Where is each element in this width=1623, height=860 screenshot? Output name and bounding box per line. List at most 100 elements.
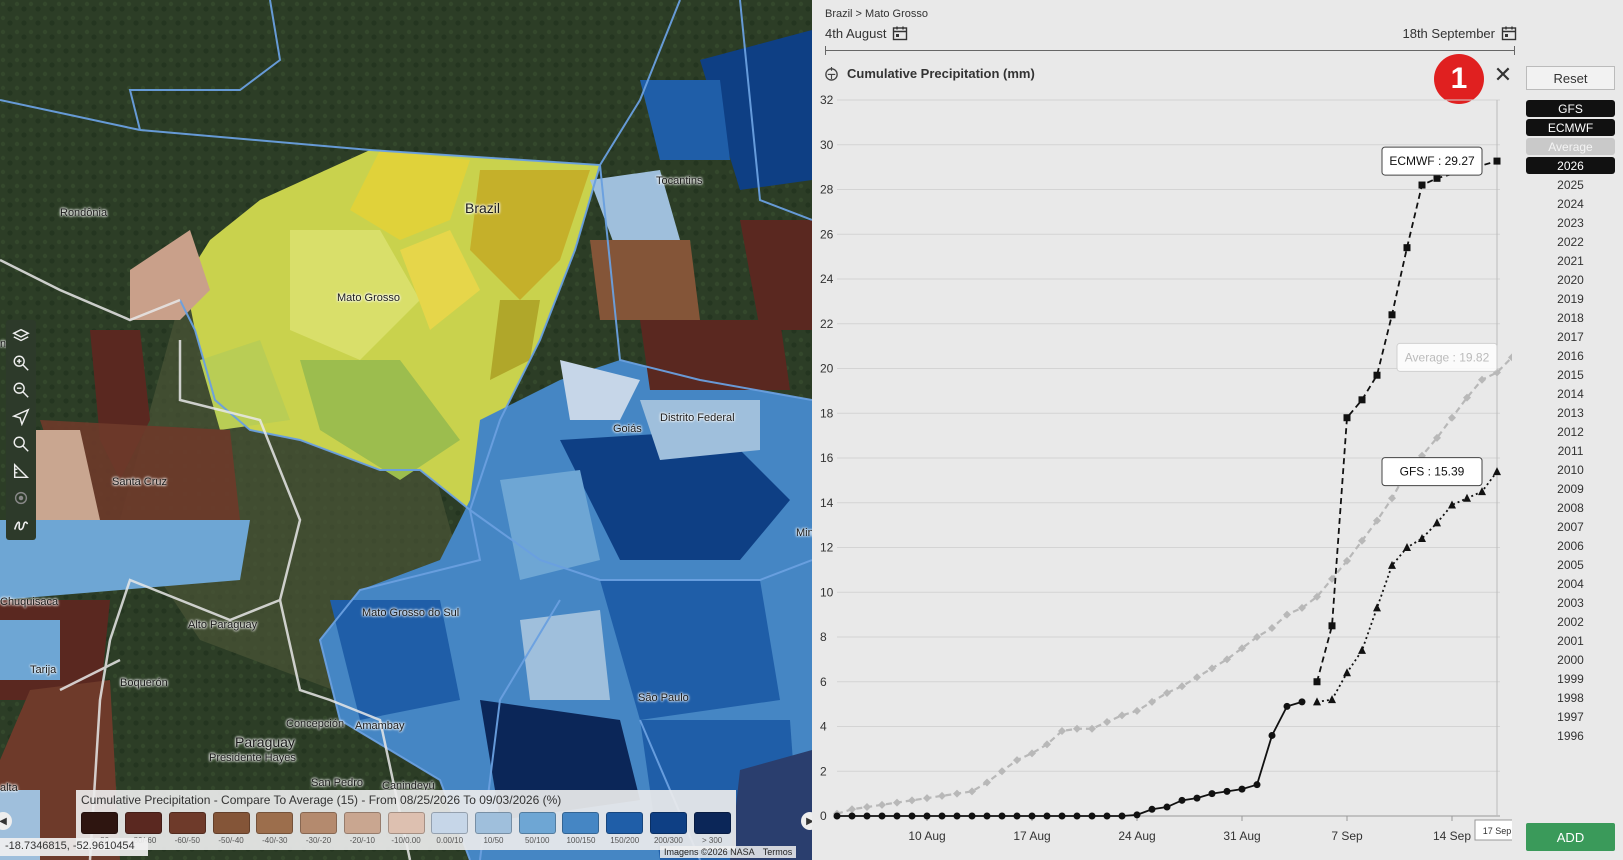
series-toggle-2014[interactable]: 2014 [1526, 385, 1615, 402]
series-toggle-2019[interactable]: 2019 [1526, 290, 1615, 307]
data-point [1028, 812, 1036, 820]
data-point [1043, 812, 1051, 820]
target-button[interactable] [8, 486, 34, 509]
series-toggle-2001[interactable]: 2001 [1526, 632, 1615, 649]
data-point [1373, 603, 1381, 612]
calendar-icon[interactable] [892, 25, 908, 41]
legend-swatch [474, 812, 512, 834]
target-icon [14, 491, 28, 504]
series-toggle-2020[interactable]: 2020 [1526, 271, 1615, 288]
series-toggle-2004[interactable]: 2004 [1526, 575, 1615, 592]
legend-swatch-label: -30/-20 [305, 836, 332, 845]
series-toggle-1998[interactable]: 1998 [1526, 689, 1615, 706]
reset-button[interactable]: Reset [1526, 66, 1615, 90]
series-toggle-2005[interactable]: 2005 [1526, 556, 1615, 573]
series-toggle-1997[interactable]: 1997 [1526, 708, 1615, 725]
series-toggle-2011[interactable]: 2011 [1526, 442, 1615, 459]
measure-button[interactable] [8, 459, 34, 482]
data-point [1358, 645, 1366, 654]
series-toggle-2021[interactable]: 2021 [1526, 252, 1615, 269]
map-label-presidente-hayes: Presidente Hayes [209, 752, 296, 764]
series-toggle-ecmwf[interactable]: ECMWF [1526, 119, 1615, 136]
series-toggle-2000[interactable]: 2000 [1526, 651, 1615, 668]
data-point [1298, 698, 1306, 706]
data-point [1313, 697, 1321, 706]
start-date-label: 4th August [825, 25, 887, 41]
series-toggle-2008[interactable]: 2008 [1526, 499, 1615, 516]
series-toggle-2017[interactable]: 2017 [1526, 328, 1615, 345]
data-point [1328, 622, 1336, 630]
series-toggle-2023[interactable]: 2023 [1526, 214, 1615, 231]
map-attribution: Imagens ©2026 NASA Termos [660, 846, 797, 858]
precipitation-chart[interactable]: 0246810121416182022242628303210 Aug 17 Au… [812, 92, 1512, 860]
data-point [1073, 812, 1081, 820]
data-point [938, 791, 946, 800]
end-date-picker[interactable]: 18th September [1402, 25, 1517, 41]
zoom-out-button[interactable] [8, 378, 34, 401]
map-label-mato-grosso: Mato Grosso [337, 292, 400, 304]
data-point [923, 812, 931, 820]
series-toggle-2006[interactable]: 2006 [1526, 537, 1615, 554]
data-point [1478, 375, 1486, 384]
data-point [1013, 756, 1021, 765]
data-point [1223, 787, 1231, 795]
layers-button[interactable] [8, 324, 34, 347]
series-toggle-1996[interactable]: 1996 [1526, 727, 1615, 744]
series-toggle-2007[interactable]: 2007 [1526, 518, 1615, 535]
series-toggle-2018[interactable]: 2018 [1526, 309, 1615, 326]
data-point [1178, 682, 1186, 691]
map-label-san-pedro: San Pedro [311, 777, 363, 789]
legend-item: -40/-30 [256, 812, 294, 845]
series-toggle-2009[interactable]: 2009 [1526, 480, 1615, 497]
series-toggle-2002[interactable]: 2002 [1526, 613, 1615, 630]
series-toggle-2025[interactable]: 2025 [1526, 176, 1615, 193]
data-point [1103, 718, 1111, 727]
draw-button[interactable] [8, 513, 34, 536]
search-button[interactable] [8, 432, 34, 455]
data-point [1373, 371, 1381, 379]
map-label-paraguay: Paraguay [235, 734, 295, 750]
series-line [1316, 471, 1498, 703]
series-toggle-1999[interactable]: 1999 [1526, 670, 1615, 687]
chart-title-text: Cumulative Precipitation (mm) [847, 66, 1035, 81]
map-canvas[interactable] [0, 0, 812, 860]
zoom-in-icon [13, 355, 29, 371]
series-toggle-2015[interactable]: 2015 [1526, 366, 1615, 383]
legend-swatch-label: 50/100 [524, 836, 550, 845]
series-toggle-2024[interactable]: 2024 [1526, 195, 1615, 212]
cursor-coordinates: -18.7346815, -52.9610454 [0, 838, 148, 856]
series-toggle-gfs[interactable]: GFS [1526, 100, 1615, 117]
series-toggle-2016[interactable]: 2016 [1526, 347, 1615, 364]
legend-swatch-label: -50/-40 [218, 836, 244, 845]
data-point [893, 812, 901, 820]
series-line [836, 356, 1512, 815]
data-point [1118, 812, 1126, 820]
series-toggle-2012[interactable]: 2012 [1526, 423, 1615, 440]
start-date-picker[interactable]: 4th August [825, 25, 908, 41]
series-toggle-2003[interactable]: 2003 [1526, 594, 1615, 611]
data-point [1208, 790, 1216, 798]
terms-link[interactable]: Termos [763, 847, 793, 857]
map-scroll-right-button[interactable]: ▶ [801, 812, 812, 830]
locate-button[interactable] [8, 405, 34, 428]
close-chart-button[interactable]: ✕ [1492, 62, 1514, 88]
map-view[interactable]: Rondônia Brazil Mato Grosso Tocantins Goiás D… [0, 0, 812, 860]
legend-swatch-label: > 300 [702, 836, 723, 845]
series-toggle-2013[interactable]: 2013 [1526, 404, 1615, 421]
data-point [1148, 805, 1156, 813]
calendar-icon[interactable] [1501, 25, 1517, 41]
series-toggle-2010[interactable]: 2010 [1526, 461, 1615, 478]
data-point [1493, 157, 1501, 165]
legend-item: 200/300 [649, 812, 688, 845]
zoom-in-button[interactable] [8, 351, 34, 374]
data-point [983, 812, 991, 820]
series-toggle-average[interactable]: Average [1526, 138, 1615, 155]
legend-item: 100/150 [562, 812, 600, 845]
series-toggle-2026[interactable]: 2026 [1526, 157, 1615, 174]
legend-swatch-label: -10/0.00 [391, 836, 421, 845]
date-range-slider[interactable] [825, 46, 1515, 55]
series-toggle-2022[interactable]: 2022 [1526, 233, 1615, 250]
y-tick-label: 30 [820, 138, 834, 152]
y-tick-label: 16 [820, 451, 834, 465]
add-button[interactable]: ADD [1526, 823, 1615, 851]
